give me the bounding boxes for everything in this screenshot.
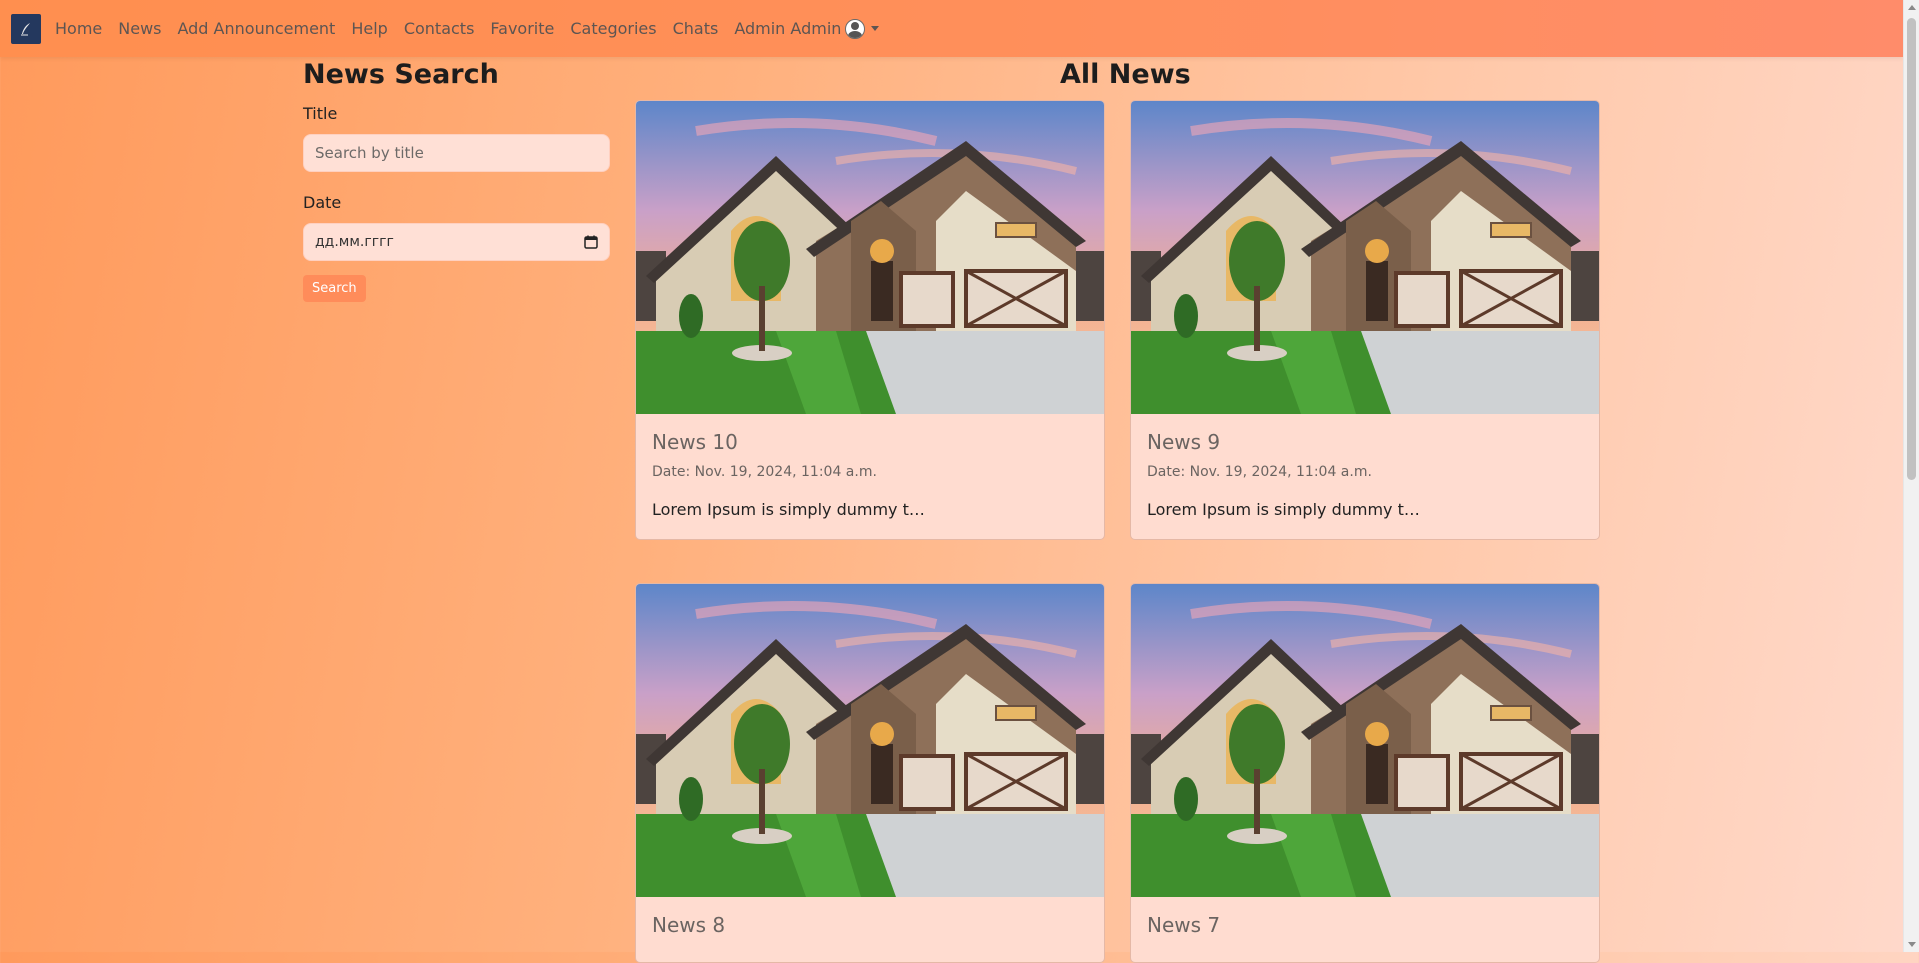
news-title[interactable]: News 9 — [1147, 430, 1583, 454]
title-placeholder: Search by title — [315, 144, 424, 162]
news-image — [1131, 584, 1600, 897]
calendar-icon[interactable] — [584, 235, 598, 249]
nav-home[interactable]: Home — [55, 19, 102, 38]
scroll-down-arrow-icon[interactable] — [1908, 942, 1916, 947]
title-search-input[interactable]: Search by title — [303, 134, 610, 172]
quill-icon — [21, 22, 30, 35]
nav-add-announcement[interactable]: Add Announcement — [177, 19, 335, 38]
news-card[interactable]: News 7 — [1130, 583, 1600, 963]
date-placeholder: дд.мм.гггг — [315, 234, 394, 250]
search-heading: News Search — [303, 59, 499, 90]
all-news-heading: All News — [1060, 59, 1191, 90]
news-excerpt: Lorem Ipsum is simply dummy t… — [652, 500, 925, 519]
news-date: Date: Nov. 19, 2024, 11:04 a.m. — [1147, 464, 1372, 480]
scroll-up-arrow-icon[interactable] — [1908, 5, 1916, 10]
news-image — [636, 101, 1105, 414]
news-title[interactable]: News 10 — [652, 430, 1088, 454]
news-card[interactable]: News 10 Date: Nov. 19, 2024, 11:04 a.m. … — [635, 100, 1105, 540]
user-menu-dropdown[interactable]: Admin Admin — [734, 18, 880, 39]
date-input[interactable]: дд.мм.гггг — [303, 223, 610, 261]
news-search-panel: News Search Title Search by title Date д… — [303, 58, 610, 302]
news-date: Date: Nov. 19, 2024, 11:04 a.m. — [652, 464, 877, 480]
news-image — [1131, 101, 1600, 414]
navbar: Home News Add Announcement Help Contacts… — [0, 0, 1903, 57]
chevron-down-icon — [871, 26, 880, 31]
nav-categories[interactable]: Categories — [570, 19, 656, 38]
news-image — [636, 584, 1105, 897]
user-avatar-icon — [845, 18, 866, 39]
news-excerpt: Lorem Ipsum is simply dummy t… — [1147, 500, 1420, 519]
page-scrollbar[interactable] — [1903, 0, 1919, 952]
news-card[interactable]: News 8 — [635, 583, 1105, 963]
news-card[interactable]: News 9 Date: Nov. 19, 2024, 11:04 a.m. L… — [1130, 100, 1600, 540]
title-label: Title — [303, 104, 338, 123]
date-label: Date — [303, 193, 342, 212]
user-name: Admin Admin — [734, 19, 842, 38]
nav-news[interactable]: News — [118, 19, 161, 38]
news-title[interactable]: News 7 — [1147, 913, 1583, 937]
nav-favorite[interactable]: Favorite — [490, 19, 554, 38]
brand-logo[interactable] — [11, 13, 41, 44]
search-button[interactable]: Search — [303, 275, 366, 302]
nav-contacts[interactable]: Contacts — [404, 19, 475, 38]
nav-chats[interactable]: Chats — [673, 19, 719, 38]
scrollbar-thumb[interactable] — [1907, 18, 1916, 480]
news-title[interactable]: News 8 — [652, 913, 1088, 937]
nav-help[interactable]: Help — [351, 19, 387, 38]
